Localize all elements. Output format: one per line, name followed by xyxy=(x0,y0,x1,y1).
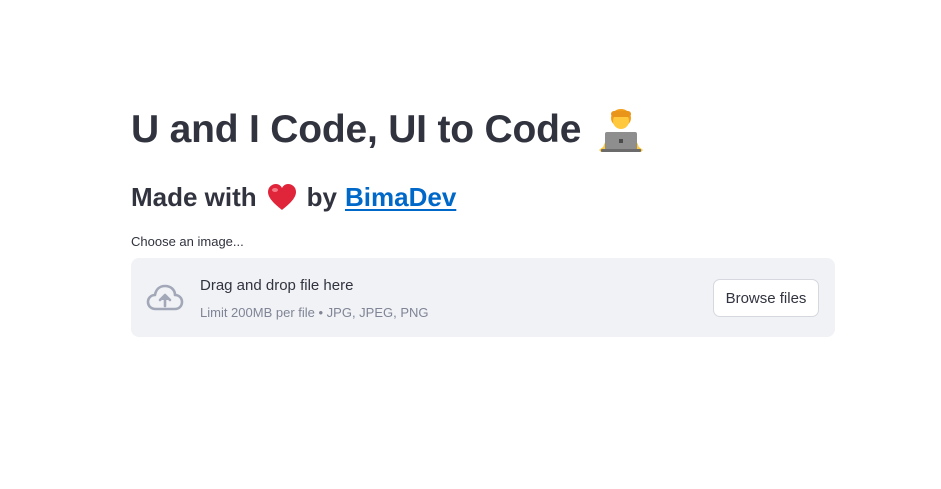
dropzone-limit-text: Limit 200MB per file • JPG, JPEG, PNG xyxy=(200,305,429,320)
file-dropzone[interactable]: Drag and drop file here Limit 200MB per … xyxy=(131,258,835,337)
cloud-upload-icon xyxy=(146,283,184,313)
browse-files-button[interactable]: Browse files xyxy=(713,279,819,317)
page-title-text: U and I Code, UI to Code xyxy=(131,108,582,151)
subtitle-prefix: Made with xyxy=(131,182,257,212)
subtitle: Made with by BimaDev xyxy=(131,180,456,214)
page-title: U and I Code, UI to Code xyxy=(131,106,645,154)
author-link[interactable]: BimaDev xyxy=(345,180,456,214)
subtitle-by: by xyxy=(306,182,338,212)
dropzone-title: Drag and drop file here xyxy=(200,277,354,294)
uploader-label: Choose an image... xyxy=(131,234,244,249)
red-heart-icon xyxy=(267,183,297,211)
technologist-emoji-icon xyxy=(597,106,645,154)
